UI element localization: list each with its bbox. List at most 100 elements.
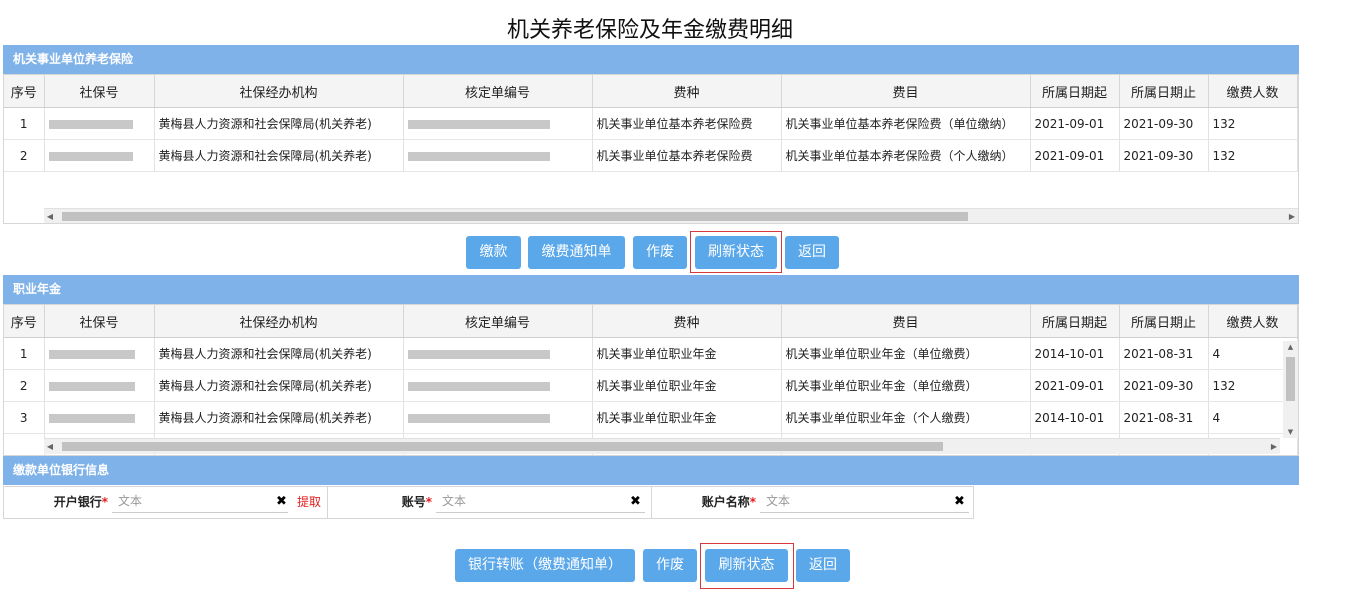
column-header[interactable]: 费种: [592, 305, 782, 338]
table-row[interactable]: 1 黄梅县人力资源和社会保障局(机关养老) 机关事业单位职业年金 机关事业单位职…: [4, 337, 1298, 370]
social-security-no-masked: [44, 139, 155, 172]
table-row[interactable]: 2 黄梅县人力资源和社会保障局(机关养老) 机关事业单位职业年金 机关事业单位职…: [4, 369, 1298, 402]
column-header[interactable]: 社保经办机构: [154, 75, 404, 108]
agency-cell: 黄梅县人力资源和社会保障局(机关养老): [154, 337, 404, 370]
account-field-group: 账号* 文本 ✖: [328, 487, 652, 518]
end-date-cell: 2021-08-31: [1119, 337, 1209, 370]
scrollbar-thumb[interactable]: [1286, 357, 1295, 401]
verification-no-masked: [403, 369, 593, 402]
column-header[interactable]: 社保经办机构: [154, 305, 404, 338]
verification-no-masked: [403, 139, 593, 172]
column-header[interactable]: 费目: [781, 305, 1031, 338]
bank-transfer-button[interactable]: 银行转账（缴费通知单）: [455, 549, 635, 582]
row-number: 3: [4, 401, 45, 434]
end-date-cell: 2021-09-30: [1119, 139, 1209, 172]
count-cell: 132: [1208, 139, 1298, 172]
table-header-row: 序号 社保号 社保经办机构 核定单编号 费种 费目 所属日期起 所属日期止 缴费…: [4, 305, 1298, 338]
social-security-no-masked: [44, 107, 155, 140]
back-button[interactable]: 返回: [785, 236, 839, 269]
scroll-left-icon[interactable]: ◀: [44, 209, 56, 223]
count-cell: 132: [1208, 107, 1298, 140]
table-row[interactable]: 3 黄梅县人力资源和社会保障局(机关养老) 机关事业单位职业年金 机关事业单位职…: [4, 401, 1298, 434]
bank-field-group: 开户银行* 文本 ✖ 提取: [4, 487, 328, 518]
bank-info-form: 开户银行* 文本 ✖ 提取 账号* 文本 ✖ 账户名称* 文本 ✖: [3, 486, 974, 519]
table-row[interactable]: 2 黄梅县人力资源和社会保障局(机关养老) 机关事业单位基本养老保险费 机关事业…: [4, 139, 1298, 172]
fee-type-cell: 机关事业单位基本养老保险费: [592, 139, 782, 172]
scroll-down-icon[interactable]: ▼: [1283, 426, 1298, 438]
end-date-cell: 2021-09-30: [1119, 369, 1209, 402]
column-header[interactable]: 所属日期止: [1119, 75, 1209, 108]
fetch-link[interactable]: 提取: [297, 495, 321, 509]
row-number: 2: [4, 139, 45, 172]
column-header[interactable]: 缴费人数: [1208, 305, 1298, 338]
start-date-cell: 2021-09-01: [1030, 139, 1120, 172]
scroll-right-icon[interactable]: ▶: [1268, 439, 1280, 454]
scroll-left-icon[interactable]: ◀: [44, 439, 56, 454]
account-name-field-group: 账户名称* 文本 ✖: [652, 487, 973, 518]
row-number: 1: [4, 107, 45, 140]
pay-button[interactable]: 缴款: [466, 236, 521, 269]
scroll-right-icon[interactable]: ▶: [1286, 209, 1298, 223]
account-name-input[interactable]: 文本: [760, 490, 969, 513]
start-date-cell: 2021-09-01: [1030, 107, 1120, 140]
verification-no-masked: [403, 401, 593, 434]
social-security-no-masked: [44, 337, 155, 370]
start-date-cell: 2021-09-01: [1030, 369, 1120, 402]
fee-item-cell: 机关事业单位职业年金（单位缴费）: [781, 337, 1031, 370]
refresh-status-button[interactable]: 刷新状态: [695, 236, 777, 269]
horizontal-scrollbar[interactable]: ◀ ▶: [44, 208, 1298, 223]
social-security-no-masked: [44, 369, 155, 402]
column-header[interactable]: 费种: [592, 75, 782, 108]
void-button[interactable]: 作废: [633, 236, 687, 269]
agency-cell: 黄梅县人力资源和社会保障局(机关养老): [154, 369, 404, 402]
column-header[interactable]: 所属日期起: [1030, 75, 1120, 108]
pension-grid: 序号 社保号 社保经办机构 核定单编号 费种 费目 所属日期起 所属日期止 缴费…: [3, 74, 1299, 224]
start-date-cell: 2014-10-01: [1030, 401, 1120, 434]
account-input[interactable]: 文本: [436, 490, 645, 513]
column-header[interactable]: 缴费人数: [1208, 75, 1298, 108]
bank-input[interactable]: 文本: [112, 490, 288, 513]
fee-type-cell: 机关事业单位职业年金: [592, 369, 782, 402]
horizontal-scrollbar[interactable]: ◀ ▶: [44, 438, 1280, 454]
row-number: 2: [4, 369, 45, 402]
column-header[interactable]: 所属日期止: [1119, 305, 1209, 338]
column-header[interactable]: 社保号: [44, 305, 155, 338]
section-header-annuity: 职业年金: [3, 275, 1299, 304]
column-header[interactable]: 费目: [781, 75, 1031, 108]
column-header[interactable]: 序号: [4, 305, 45, 338]
column-header[interactable]: 核定单编号: [403, 305, 593, 338]
scrollbar-thumb[interactable]: [62, 212, 968, 221]
payment-notice-button[interactable]: 缴费通知单: [528, 236, 625, 269]
void-button[interactable]: 作废: [643, 549, 697, 582]
clear-icon[interactable]: ✖: [954, 495, 965, 509]
column-header[interactable]: 所属日期起: [1030, 305, 1120, 338]
agency-cell: 黄梅县人力资源和社会保障局(机关养老): [154, 107, 404, 140]
vertical-scrollbar[interactable]: ▲ ▼: [1283, 341, 1298, 438]
row-number: 4: [4, 433, 45, 455]
start-date-cell: 2014-10-01: [1030, 337, 1120, 370]
fee-type-cell: 机关事业单位职业年金: [592, 401, 782, 434]
agency-cell: 黄梅县人力资源和社会保障局(机关养老): [154, 401, 404, 434]
clear-icon[interactable]: ✖: [630, 495, 641, 509]
account-name-label: 账户名称*: [701, 495, 756, 509]
fee-type-cell: 机关事业单位基本养老保险费: [592, 107, 782, 140]
fee-item-cell: 机关事业单位职业年金（单位缴费）: [781, 369, 1031, 402]
refresh-status-button[interactable]: 刷新状态: [705, 549, 788, 582]
back-button[interactable]: 返回: [796, 549, 850, 582]
annuity-grid: 序号 社保号 社保经办机构 核定单编号 费种 费目 所属日期起 所属日期止 缴费…: [3, 304, 1299, 456]
column-header[interactable]: 社保号: [44, 75, 155, 108]
bank-label: 开户银行*: [53, 495, 108, 509]
column-header[interactable]: 核定单编号: [403, 75, 593, 108]
table-row[interactable]: 1 黄梅县人力资源和社会保障局(机关养老) 机关事业单位基本养老保险费 机关事业…: [4, 107, 1298, 140]
verification-no-masked: [403, 337, 593, 370]
scrollbar-thumb[interactable]: [62, 442, 943, 451]
section-header-pension: 机关事业单位养老保险: [3, 45, 1299, 74]
column-header[interactable]: 序号: [4, 75, 45, 108]
end-date-cell: 2021-09-30: [1119, 107, 1209, 140]
page-title: 机关养老保险及年金缴费明细: [506, 18, 793, 43]
scroll-up-icon[interactable]: ▲: [1283, 341, 1298, 353]
fee-type-cell: 机关事业单位职业年金: [592, 337, 782, 370]
section-header-bank: 缴款单位银行信息: [3, 456, 1299, 485]
clear-icon[interactable]: ✖: [276, 495, 287, 509]
fee-item-cell: 机关事业单位职业年金（个人缴费）: [781, 401, 1031, 434]
